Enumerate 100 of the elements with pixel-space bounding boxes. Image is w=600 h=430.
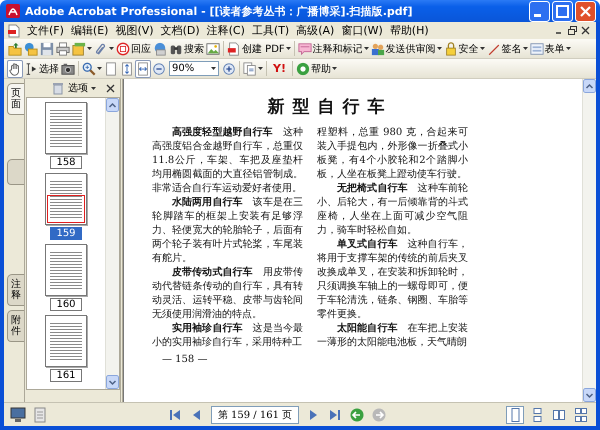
window-title: Adobe Acrobat Professional - [[读者参考丛书：广播博采].扫描版.pdf] [25, 4, 414, 18]
fit-width-icon [136, 62, 150, 76]
menu-item[interactable]: 视图(V) [115, 23, 154, 38]
back-icon[interactable] [349, 406, 366, 422]
page-thumbnail[interactable] [45, 315, 87, 367]
people-icon [370, 42, 385, 56]
scrollbar[interactable] [582, 79, 596, 402]
actual-size-button[interactable] [103, 60, 119, 78]
hand-icon [8, 62, 22, 76]
continuous-facing-icon [574, 408, 588, 422]
minimize-button[interactable] [529, 0, 550, 22]
fit-page-icon [120, 62, 134, 76]
magnifier-icon [82, 62, 96, 76]
plus-circle-icon [222, 62, 236, 76]
lock-icon [444, 42, 458, 56]
paragraph: 程塑料，总重 980 克，合起来可装入手提包内，外形像一折叠式小板凳，有4个小胶轮和2个踏脚小板，人坐在板凳上蹬动使车行驶。 [317, 126, 468, 182]
menu-item[interactable]: 注释(C) [206, 23, 245, 38]
document-stack-icon [72, 42, 86, 56]
scrollbar[interactable] [105, 98, 119, 389]
help-button[interactable]: 帮助 [294, 60, 338, 78]
menu-item[interactable]: 高级(A) [296, 23, 334, 38]
pages-menu-button[interactable] [242, 60, 264, 78]
page-icon[interactable] [32, 406, 48, 422]
side-tab[interactable]: 注释 [7, 274, 24, 306]
paragraph: 太阳能自行车 在车把上安装一薄形的太阳能电池板，天气晴朗 [317, 322, 468, 350]
folder-icon [8, 42, 22, 56]
create-pdf-button[interactable]: 创建 PDF [226, 40, 292, 58]
page-icon [104, 62, 118, 76]
view-area-frame[interactable] [47, 195, 85, 223]
select-tool-button[interactable]: 选择 [23, 60, 60, 78]
maximize-button[interactable] [552, 0, 573, 22]
app-logo-icon [6, 4, 20, 18]
facing-pages-icon [552, 408, 566, 422]
paragraph: 高强度轻型越野自行车 这种高强度铝合金越野自行车，总重仅11.8公斤，车架、车把及座垫杆均用椭圆截面的大直径铝管制成。非常适合自行车运动爱好者使用。 [152, 126, 303, 196]
stamp-button[interactable]: 回应 [115, 40, 152, 58]
fit-width-button[interactable] [135, 60, 151, 78]
picture-icon [206, 42, 220, 56]
menu-item[interactable]: 工具(T) [252, 23, 290, 38]
paragraph: 实用袖珍自行车 这是当今最小的实用袖珍自行车，采用特种工 [152, 322, 303, 350]
close-icon[interactable] [106, 84, 115, 92]
hand-tool-button[interactable] [7, 60, 23, 78]
page-label: 159 [50, 227, 82, 240]
zoom-field[interactable]: 90% [169, 61, 219, 76]
help-icon [296, 62, 310, 76]
options-button[interactable]: 选项 [68, 81, 96, 95]
menu-item[interactable]: 文件(F) [27, 23, 64, 38]
menu-item[interactable]: 帮助(H) [390, 23, 429, 38]
scroll-up-button[interactable] [583, 79, 596, 93]
secure-button[interactable]: 安全 [442, 40, 486, 58]
page-thumbnail[interactable] [45, 244, 87, 296]
paragraph: 皮带传动式自行车 用皮带传动代替链条传动的自行车，具有转动灵活、运转平稳、皮带与齿轮间无须使用润滑油的特点。 [152, 266, 303, 322]
seal-icon [116, 42, 130, 56]
paragraph: 单叉式自行车 这种自行车，将用于支撑车架的传统的前后夹叉改换成单叉，在安装和拆卸轮时，只须调换车轴上的一螺母即可，便于车轮清洗，链条、钢圈、车胎等零件更换。 [317, 238, 468, 322]
page-thumbnail[interactable] [45, 102, 87, 154]
restore-icon[interactable] [568, 26, 577, 35]
paperclip-icon [94, 42, 108, 56]
monitor-icon[interactable] [10, 406, 26, 422]
globe-folder-icon [24, 42, 38, 56]
page-number-field[interactable]: 第 159 / 161 页 [210, 406, 300, 424]
side-tab[interactable]: 附件 [7, 310, 24, 342]
search-button[interactable]: 搜索 [168, 40, 205, 58]
page-thumbnail[interactable] [45, 173, 87, 225]
trash-icon[interactable] [51, 81, 65, 95]
toolbar-button[interactable]: Y! [269, 60, 290, 78]
comment-button[interactable]: 注释和标记 [296, 40, 370, 58]
review-button[interactable]: 发送供审阅 [370, 40, 443, 58]
minus-circle-icon [152, 62, 166, 76]
cursor-icon [24, 62, 38, 76]
document-icon [8, 24, 20, 38]
caret-icon [211, 67, 216, 70]
scroll-down-button[interactable] [106, 375, 119, 389]
forms-button[interactable]: 表单 [528, 40, 572, 58]
page-label: 160 [50, 298, 82, 311]
page-number: — 158 — [161, 354, 208, 365]
side-tab[interactable]: 页面 [7, 83, 24, 115]
paragraph: 无把椅式自行车 这种车前轮小、后轮大，有一后倾靠背的斗式座椅，人坐在上面可减少空气阻力，骑车时轻松自如。 [317, 182, 468, 238]
globe-icon [153, 42, 167, 56]
save-icon [40, 42, 54, 56]
page-label: 158 [50, 156, 82, 169]
menu-item[interactable]: 编辑(E) [70, 23, 108, 38]
scroll-down-button[interactable] [583, 388, 596, 402]
paragraph: 水陆两用自行车 该车是在三轮脚踏车的框架上安装有足够浮力、轻便宽大的轮胎轮子，后面有两个轮子装有叶片式轮桨，车尾装有舵片。 [152, 196, 303, 266]
print-button[interactable] [55, 40, 71, 58]
caret-icon [91, 86, 96, 90]
page-label: 161 [50, 369, 82, 382]
menu-item[interactable]: 文档(D) [160, 23, 200, 38]
form-icon [530, 42, 544, 56]
menu-item[interactable]: 窗口(W) [341, 23, 383, 38]
close-button[interactable] [575, 0, 596, 22]
zoom-tool-button[interactable] [81, 60, 103, 78]
sign-button[interactable]: 签名 [486, 40, 529, 58]
fit-page-button[interactable] [119, 60, 135, 78]
page-layout-button[interactable] [506, 406, 524, 424]
camera-icon [61, 62, 75, 76]
scroll-up-button[interactable] [106, 98, 119, 112]
pages-icon [243, 62, 257, 76]
close-icon[interactable] [581, 26, 590, 35]
speech-bubble-icon [298, 42, 312, 56]
page-title: 新型自行车 [266, 96, 392, 118]
document-icon [227, 42, 241, 56]
